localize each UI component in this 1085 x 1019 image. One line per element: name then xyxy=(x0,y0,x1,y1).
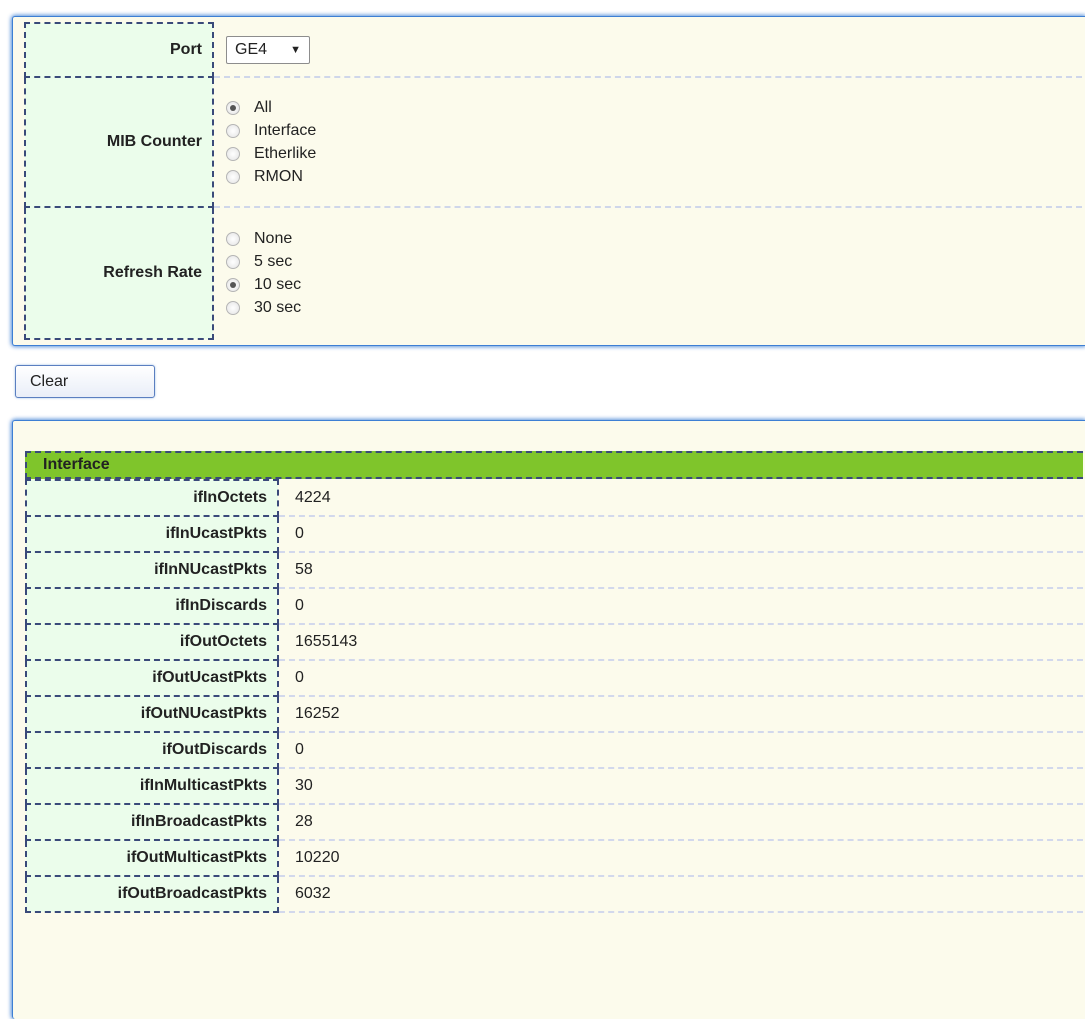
counter-value: 0 xyxy=(278,660,1083,697)
radio-button[interactable] xyxy=(226,301,240,315)
radio-button[interactable] xyxy=(226,255,240,269)
radio-button[interactable] xyxy=(226,232,240,246)
radio-button[interactable] xyxy=(226,123,240,138)
table-row: ifInUcastPkts 0 xyxy=(25,515,1083,553)
counter-value: 4224 xyxy=(278,480,1083,517)
radio-label: RMON xyxy=(254,167,303,185)
radio-button[interactable] xyxy=(226,278,240,292)
radio-button[interactable] xyxy=(226,100,240,115)
counter-value: 28 xyxy=(278,804,1083,841)
mib-option-all[interactable]: All xyxy=(226,96,1082,119)
table-row: ifOutOctets 1655143 xyxy=(25,623,1083,661)
table-row: ifInMulticastPkts 30 xyxy=(25,767,1083,805)
refresh-option-10sec[interactable]: 10 sec xyxy=(226,274,1082,297)
table-row: ifInOctets 4224 xyxy=(25,479,1083,517)
radio-label: 30 sec xyxy=(254,299,302,316)
radio-label: 10 sec xyxy=(254,276,302,293)
counter-value: 1655143 xyxy=(278,624,1083,661)
mib-counter-label: MIB Counter xyxy=(24,76,214,208)
counter-name: ifOutUcastPkts xyxy=(25,659,279,697)
mib-option-etherlike[interactable]: Etherlike xyxy=(226,142,1082,165)
refresh-option-none[interactable]: None xyxy=(226,228,1082,251)
mib-option-interface[interactable]: Interface xyxy=(226,119,1082,142)
counter-value: 0 xyxy=(278,732,1083,769)
counter-value: 0 xyxy=(278,588,1083,625)
counter-value: 0 xyxy=(278,516,1083,553)
radio-label: Etherlike xyxy=(254,144,317,162)
port-select-value: GE4 xyxy=(235,40,268,58)
refresh-option-5sec[interactable]: 5 sec xyxy=(226,251,1082,274)
table-row: ifOutBroadcastPkts 6032 xyxy=(25,875,1083,913)
counter-name: ifOutOctets xyxy=(25,623,279,661)
settings-form: Port GE4 ▼ MIB Counter All Interface Eth… xyxy=(24,22,1082,340)
refresh-rate-label: Refresh Rate xyxy=(24,206,214,340)
table-row: ifInBroadcastPkts 28 xyxy=(25,803,1083,841)
radio-label: None xyxy=(254,230,293,247)
table-row: ifOutUcastPkts 0 xyxy=(25,659,1083,697)
radio-button[interactable] xyxy=(226,169,240,184)
counter-name: ifOutNUcastPkts xyxy=(25,695,279,733)
port-label: Port xyxy=(24,22,214,78)
interface-counters-panel: Interface ifInOctets 4224 ifInUcastPkts 0 if… xyxy=(12,420,1085,1019)
mib-option-rmon[interactable]: RMON xyxy=(226,165,1082,188)
counter-name: ifInOctets xyxy=(25,479,279,517)
radio-label: Interface xyxy=(254,121,317,139)
counter-name: ifInBroadcastPkts xyxy=(25,803,279,841)
counter-name: ifInDiscards xyxy=(25,587,279,625)
table-row: ifOutNUcastPkts 16252 xyxy=(25,695,1083,733)
counter-name: ifInNUcastPkts xyxy=(25,551,279,589)
table-row: ifInDiscards 0 xyxy=(25,587,1083,625)
settings-panel: Port GE4 ▼ MIB Counter All Interface Eth… xyxy=(12,16,1085,346)
table-row: ifOutMulticastPkts 10220 xyxy=(25,839,1083,877)
radio-label: 5 sec xyxy=(254,253,293,270)
counter-table: ifInOctets 4224 ifInUcastPkts 0 ifInNUcastPk… xyxy=(25,479,1083,913)
counter-value: 10220 xyxy=(278,840,1083,877)
counter-value: 58 xyxy=(278,552,1083,589)
counter-name: ifInMulticastPkts xyxy=(25,767,279,805)
clear-button[interactable]: Clear xyxy=(15,365,155,398)
counter-name: ifOutMulticastPkts xyxy=(25,839,279,877)
section-header-interface: Interface xyxy=(25,451,1083,479)
counter-name: ifOutDiscards xyxy=(25,731,279,769)
counter-name: ifOutBroadcastPkts xyxy=(25,875,279,913)
counter-value: 6032 xyxy=(278,876,1083,913)
counter-name: ifInUcastPkts xyxy=(25,515,279,553)
counter-value: 30 xyxy=(278,768,1083,805)
table-row: ifInNUcastPkts 58 xyxy=(25,551,1083,589)
caret-down-icon: ▼ xyxy=(290,43,301,56)
radio-button[interactable] xyxy=(226,146,240,161)
counter-value: 16252 xyxy=(278,696,1083,733)
refresh-option-30sec[interactable]: 30 sec xyxy=(226,297,1082,320)
port-select[interactable]: GE4 ▼ xyxy=(226,35,310,64)
radio-label: All xyxy=(254,98,272,116)
table-row: ifOutDiscards 0 xyxy=(25,731,1083,769)
